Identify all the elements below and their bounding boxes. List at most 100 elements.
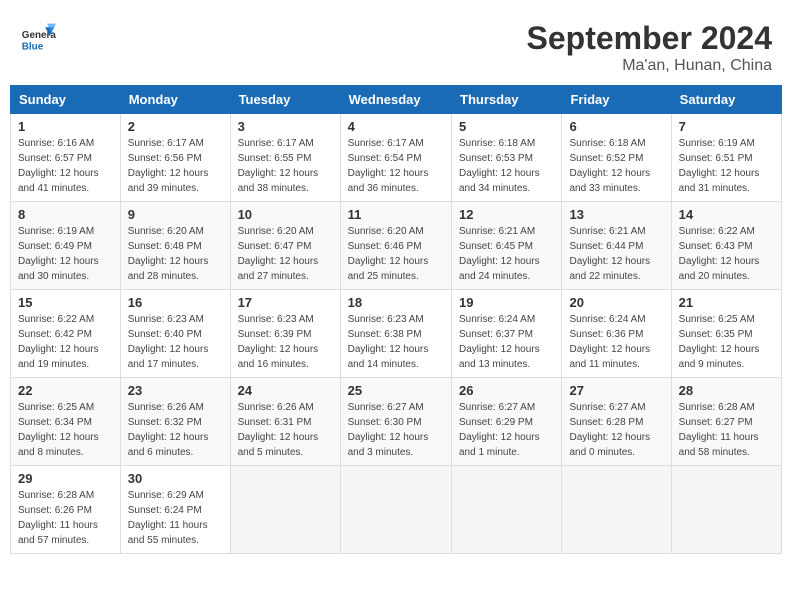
day-number: 13 (569, 207, 663, 222)
column-header-saturday: Saturday (671, 86, 781, 114)
day-number: 1 (18, 119, 113, 134)
day-cell: 11Sunrise: 6:20 AM Sunset: 6:46 PM Dayli… (340, 202, 451, 290)
day-cell (562, 466, 671, 554)
day-info: Sunrise: 6:23 AM Sunset: 6:38 PM Dayligh… (348, 312, 444, 372)
day-info: Sunrise: 6:29 AM Sunset: 6:24 PM Dayligh… (128, 488, 223, 548)
day-cell: 17Sunrise: 6:23 AM Sunset: 6:39 PM Dayli… (230, 290, 340, 378)
day-cell (340, 466, 451, 554)
svg-text:Blue: Blue (22, 42, 44, 53)
day-number: 14 (679, 207, 774, 222)
day-info: Sunrise: 6:26 AM Sunset: 6:32 PM Dayligh… (128, 400, 223, 460)
day-info: Sunrise: 6:19 AM Sunset: 6:49 PM Dayligh… (18, 224, 113, 284)
day-cell: 2 Sunrise: 6:17 AM Sunset: 6:56 PM Daylig… (120, 114, 230, 202)
day-cell: 3 Sunrise: 6:17 AM Sunset: 6:55 PM Daylig… (230, 114, 340, 202)
logo-icon: General Blue (20, 20, 56, 56)
day-info: Sunrise: 6:22 AM Sunset: 6:42 PM Dayligh… (18, 312, 113, 372)
day-info: Sunrise: 6:17 AM Sunset: 6:55 PM Dayligh… (238, 136, 333, 196)
day-info: Sunrise: 6:27 AM Sunset: 6:30 PM Dayligh… (348, 400, 444, 460)
day-number: 11 (348, 207, 444, 222)
column-header-wednesday: Wednesday (340, 86, 451, 114)
day-cell: 5 Sunrise: 6:18 AM Sunset: 6:53 PM Daylig… (452, 114, 562, 202)
day-info: Sunrise: 6:20 AM Sunset: 6:48 PM Dayligh… (128, 224, 223, 284)
day-number: 12 (459, 207, 554, 222)
week-row-5: 29Sunrise: 6:28 AM Sunset: 6:26 PM Dayli… (11, 466, 782, 554)
day-cell: 30Sunrise: 6:29 AM Sunset: 6:24 PM Dayli… (120, 466, 230, 554)
day-info: Sunrise: 6:18 AM Sunset: 6:53 PM Dayligh… (459, 136, 554, 196)
title-area: September 2024 Ma'an, Hunan, China (527, 20, 772, 75)
day-cell: 7 Sunrise: 6:19 AM Sunset: 6:51 PM Daylig… (671, 114, 781, 202)
column-header-sunday: Sunday (11, 86, 121, 114)
day-number: 9 (128, 207, 223, 222)
day-cell: 29Sunrise: 6:28 AM Sunset: 6:26 PM Dayli… (11, 466, 121, 554)
day-cell: 19 Sunrise: 6:24 AM Sunset: 6:37 PM Dayli… (452, 290, 562, 378)
day-cell: 14 Sunrise: 6:22 AM Sunset: 6:43 PM Dayli… (671, 202, 781, 290)
day-number: 28 (679, 383, 774, 398)
day-number: 21 (679, 295, 774, 310)
day-cell: 28 Sunrise: 6:28 AM Sunset: 6:27 PM Dayli… (671, 378, 781, 466)
logo: General Blue (20, 20, 56, 56)
day-cell: 20Sunrise: 6:24 AM Sunset: 6:36 PM Dayli… (562, 290, 671, 378)
page-header: General Blue September 2024 Ma'an, Hunan… (10, 10, 782, 80)
week-row-4: 22 Sunrise: 6:25 AM Sunset: 6:34 PM Dayli… (11, 378, 782, 466)
day-info: Sunrise: 6:18 AM Sunset: 6:52 PM Dayligh… (569, 136, 663, 196)
day-info: Sunrise: 6:27 AM Sunset: 6:29 PM Dayligh… (459, 400, 554, 460)
day-info: Sunrise: 6:21 AM Sunset: 6:44 PM Dayligh… (569, 224, 663, 284)
day-cell: 25 Sunrise: 6:27 AM Sunset: 6:30 PM Dayli… (340, 378, 451, 466)
column-header-monday: Monday (120, 86, 230, 114)
day-number: 7 (679, 119, 774, 134)
day-cell (230, 466, 340, 554)
day-number: 26 (459, 383, 554, 398)
day-info: Sunrise: 6:25 AM Sunset: 6:34 PM Dayligh… (18, 400, 113, 460)
day-info: Sunrise: 6:25 AM Sunset: 6:35 PM Dayligh… (679, 312, 774, 372)
day-number: 4 (348, 119, 444, 134)
day-number: 2 (128, 119, 223, 134)
day-info: Sunrise: 6:22 AM Sunset: 6:43 PM Dayligh… (679, 224, 774, 284)
week-row-1: 1 Sunrise: 6:16 AM Sunset: 6:57 PM Daylig… (11, 114, 782, 202)
day-number: 19 (459, 295, 554, 310)
day-number: 8 (18, 207, 113, 222)
day-cell: 16Sunrise: 6:23 AM Sunset: 6:40 PM Dayli… (120, 290, 230, 378)
day-info: Sunrise: 6:17 AM Sunset: 6:56 PM Dayligh… (128, 136, 223, 196)
day-cell: 6Sunrise: 6:18 AM Sunset: 6:52 PM Daylig… (562, 114, 671, 202)
day-number: 3 (238, 119, 333, 134)
day-cell: 24Sunrise: 6:26 AM Sunset: 6:31 PM Dayli… (230, 378, 340, 466)
day-info: Sunrise: 6:24 AM Sunset: 6:37 PM Dayligh… (459, 312, 554, 372)
day-info: Sunrise: 6:21 AM Sunset: 6:45 PM Dayligh… (459, 224, 554, 284)
day-cell: 13 Sunrise: 6:21 AM Sunset: 6:44 PM Dayli… (562, 202, 671, 290)
day-info: Sunrise: 6:24 AM Sunset: 6:36 PM Dayligh… (569, 312, 663, 372)
day-number: 16 (128, 295, 223, 310)
day-number: 10 (238, 207, 333, 222)
week-row-2: 8 Sunrise: 6:19 AM Sunset: 6:49 PM Daylig… (11, 202, 782, 290)
day-cell: 18 Sunrise: 6:23 AM Sunset: 6:38 PM Dayli… (340, 290, 451, 378)
day-info: Sunrise: 6:19 AM Sunset: 6:51 PM Dayligh… (679, 136, 774, 196)
day-number: 29 (18, 471, 113, 486)
day-cell: 23 Sunrise: 6:26 AM Sunset: 6:32 PM Dayli… (120, 378, 230, 466)
day-number: 27 (569, 383, 663, 398)
month-title: September 2024 (527, 20, 772, 57)
day-info: Sunrise: 6:17 AM Sunset: 6:54 PM Dayligh… (348, 136, 444, 196)
day-info: Sunrise: 6:20 AM Sunset: 6:47 PM Dayligh… (238, 224, 333, 284)
day-number: 18 (348, 295, 444, 310)
day-cell: 21 Sunrise: 6:25 AM Sunset: 6:35 PM Dayli… (671, 290, 781, 378)
day-cell: 26 Sunrise: 6:27 AM Sunset: 6:29 PM Dayli… (452, 378, 562, 466)
week-row-3: 15 Sunrise: 6:22 AM Sunset: 6:42 PM Dayli… (11, 290, 782, 378)
day-cell: 10 Sunrise: 6:20 AM Sunset: 6:47 PM Dayli… (230, 202, 340, 290)
day-number: 5 (459, 119, 554, 134)
day-number: 23 (128, 383, 223, 398)
day-number: 22 (18, 383, 113, 398)
day-cell: 27Sunrise: 6:27 AM Sunset: 6:28 PM Dayli… (562, 378, 671, 466)
column-header-friday: Friday (562, 86, 671, 114)
day-info: Sunrise: 6:26 AM Sunset: 6:31 PM Dayligh… (238, 400, 333, 460)
day-cell: 9 Sunrise: 6:20 AM Sunset: 6:48 PM Daylig… (120, 202, 230, 290)
day-number: 25 (348, 383, 444, 398)
column-header-tuesday: Tuesday (230, 86, 340, 114)
column-header-thursday: Thursday (452, 86, 562, 114)
day-info: Sunrise: 6:16 AM Sunset: 6:57 PM Dayligh… (18, 136, 113, 196)
day-number: 15 (18, 295, 113, 310)
day-cell: 1 Sunrise: 6:16 AM Sunset: 6:57 PM Daylig… (11, 114, 121, 202)
day-cell (671, 466, 781, 554)
day-cell: 22 Sunrise: 6:25 AM Sunset: 6:34 PM Dayli… (11, 378, 121, 466)
calendar-table: SundayMondayTuesdayWednesdayThursdayFrid… (10, 85, 782, 554)
day-info: Sunrise: 6:28 AM Sunset: 6:27 PM Dayligh… (679, 400, 774, 460)
day-info: Sunrise: 6:23 AM Sunset: 6:39 PM Dayligh… (238, 312, 333, 372)
